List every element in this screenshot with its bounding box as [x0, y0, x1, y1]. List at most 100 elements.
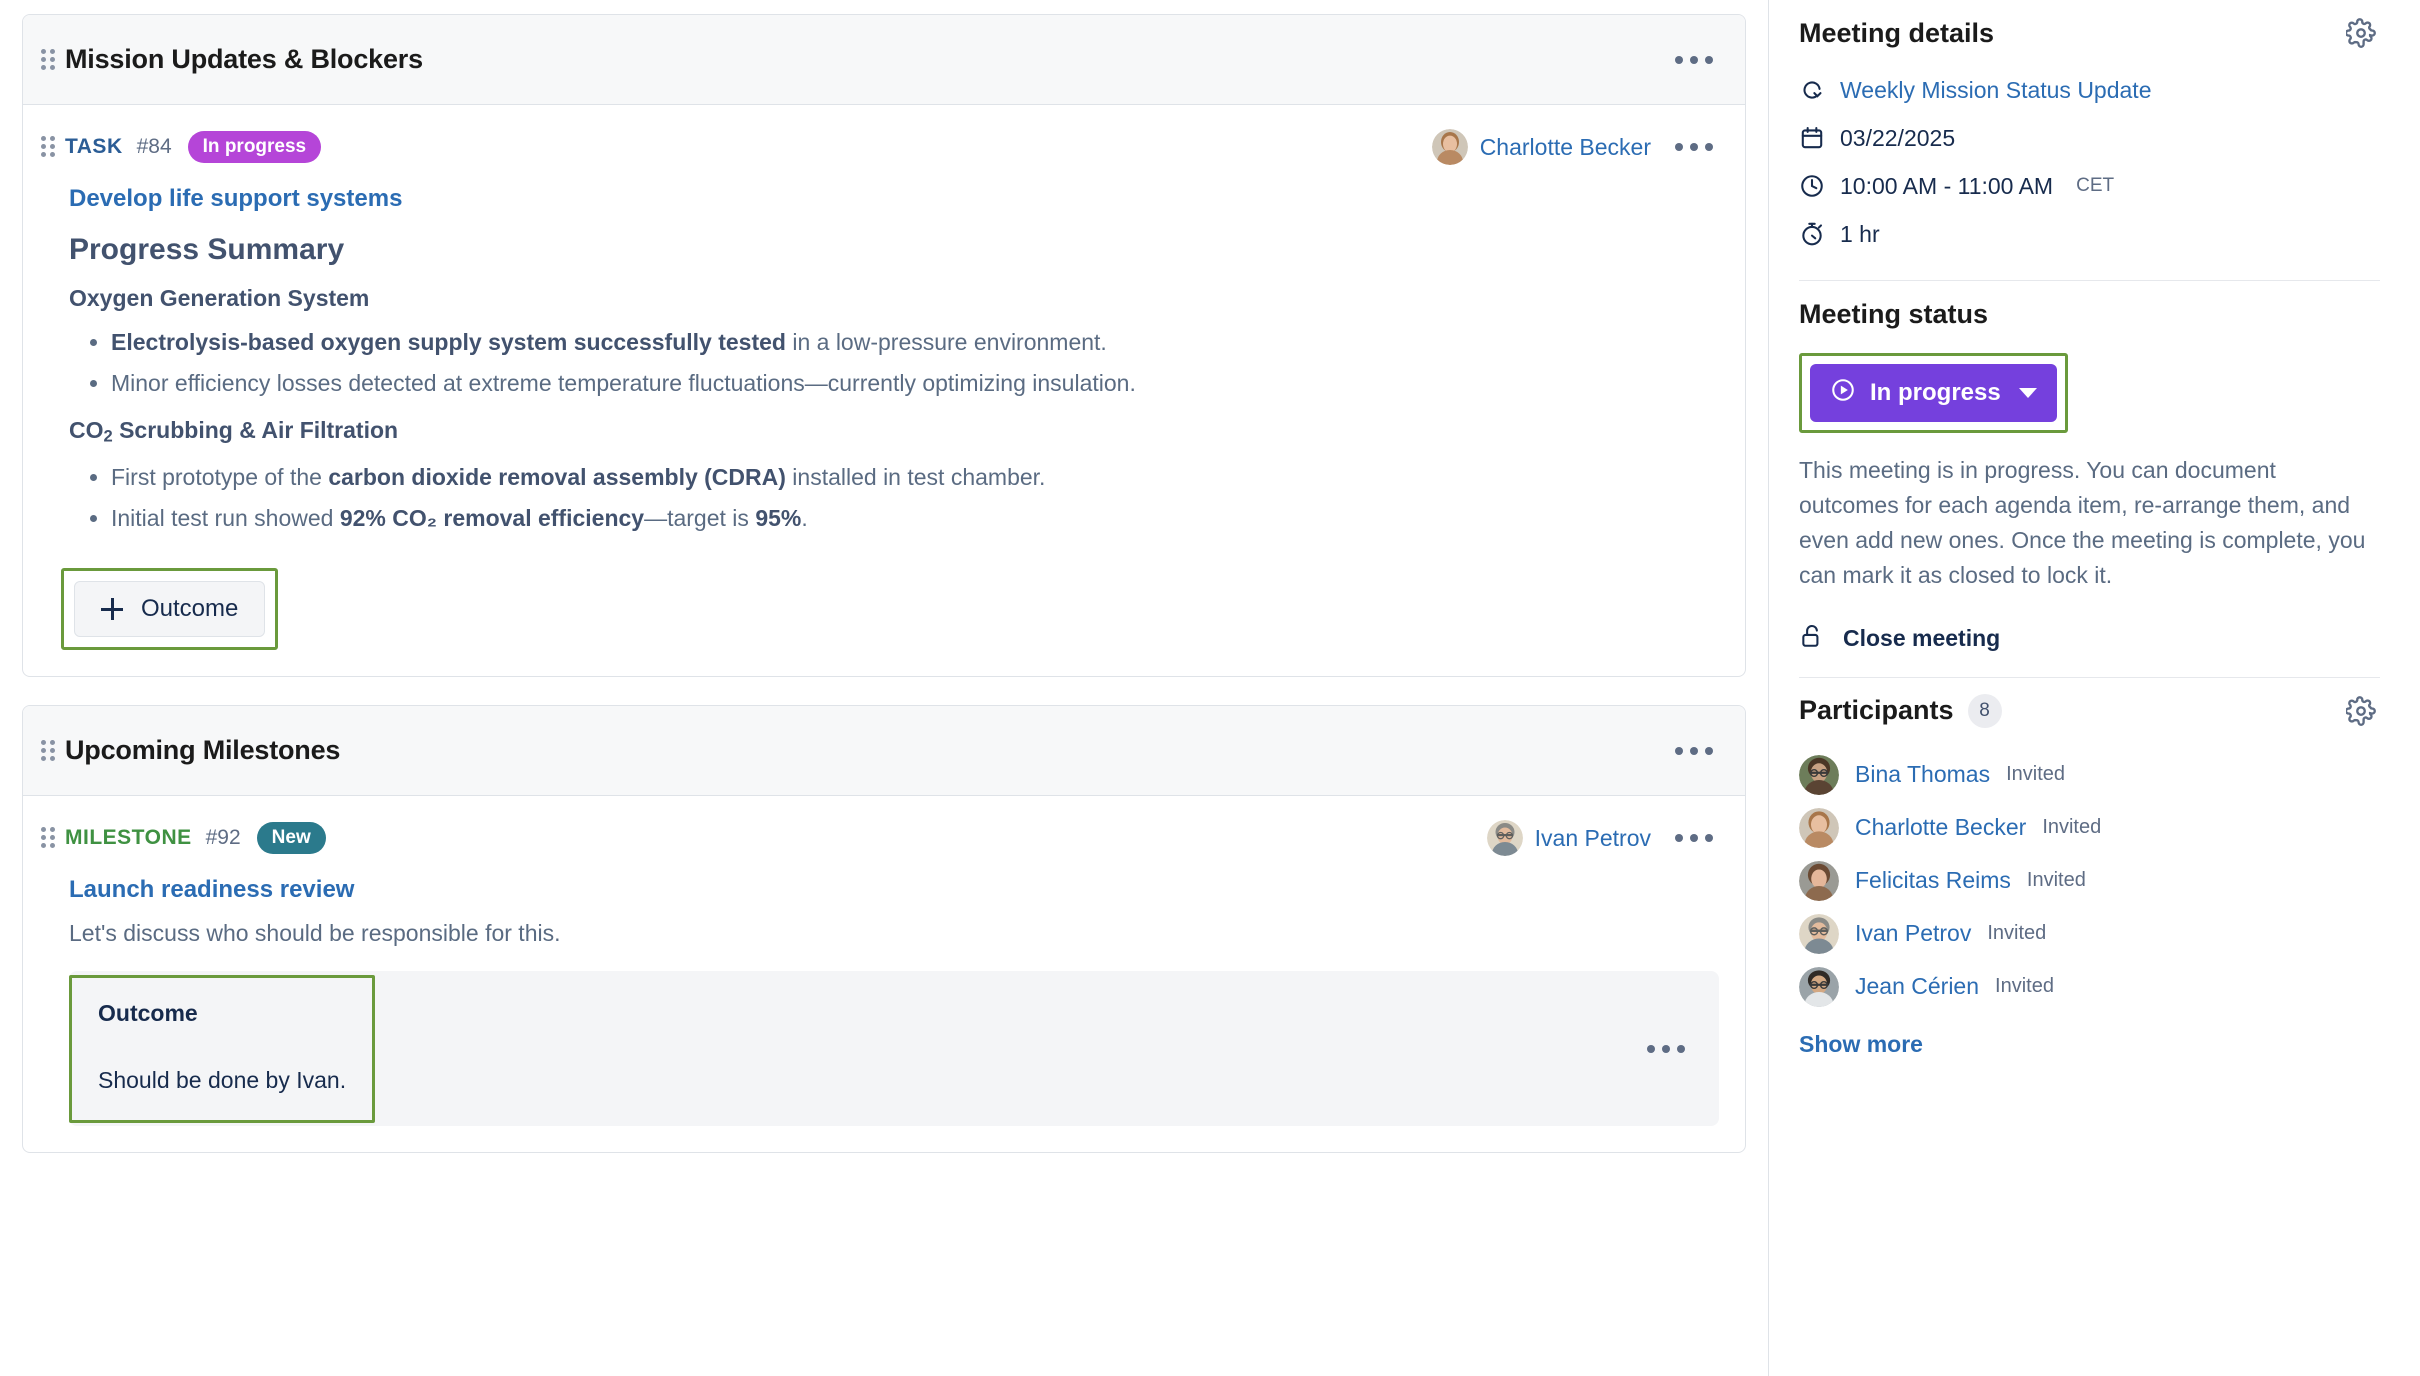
meeting-timezone: CET	[2076, 175, 2114, 197]
outcome-strip: Outcome Should be done by Ivan.	[69, 971, 1719, 1126]
drag-handle-icon[interactable]	[41, 49, 55, 71]
bullet-tail: .	[801, 505, 807, 531]
meeting-status-header: Meeting status	[1799, 281, 2380, 347]
outcome-more-menu-icon[interactable]	[1641, 1037, 1691, 1061]
assignee[interactable]: Charlotte Becker	[1432, 129, 1651, 165]
card-body: MILESTONE #92 New Ivan Petrov Launch rea	[23, 796, 1745, 1152]
clock-icon	[1799, 173, 1825, 199]
card-title: Upcoming Milestones	[65, 735, 1669, 766]
item-more-menu-icon[interactable]	[1669, 826, 1719, 850]
item-meta-row: TASK #84 In progress Charlotte Becker	[41, 127, 1719, 167]
bullet-bold-2: 95%	[755, 505, 801, 531]
participant-name: Jean Cérien	[1855, 973, 1979, 1000]
item-meta-right: Ivan Petrov	[1487, 820, 1719, 856]
meeting-status-description: This meeting is in progress. You can doc…	[1799, 453, 2380, 593]
item-more-menu-icon[interactable]	[1669, 135, 1719, 159]
drag-handle-icon[interactable]	[41, 136, 55, 158]
add-outcome-button[interactable]: Outcome	[74, 581, 265, 637]
meeting-series-link[interactable]: Weekly Mission Status Update	[1840, 77, 2152, 104]
bullet-list-1: Electrolysis-based oxygen supply system …	[111, 326, 1719, 399]
card-header: Upcoming Milestones	[23, 706, 1745, 796]
subheading-tail: Scrubbing & Air Filtration	[113, 417, 398, 443]
item-number: #92	[206, 826, 241, 850]
participants-section: Participants 8 Bina Thomas Invited Charl…	[1799, 678, 2380, 1058]
show-more-participants-link[interactable]: Show more	[1799, 1031, 1923, 1058]
list-item[interactable]: Jean Cérien Invited	[1799, 965, 2380, 1009]
avatar	[1432, 129, 1468, 165]
subheading-subscript: 2	[104, 427, 113, 446]
participant-name: Charlotte Becker	[1855, 814, 2026, 841]
meeting-time-row: 10:00 AM - 11:00 AM CET	[1799, 162, 2380, 210]
calendar-icon	[1799, 125, 1825, 151]
bullet-pre: First prototype of the	[111, 464, 328, 490]
item-title-link[interactable]: Launch readiness review	[69, 876, 1719, 904]
avatar	[1799, 967, 1839, 1007]
avatar	[1799, 861, 1839, 901]
bullet-rest: installed in test chamber.	[786, 464, 1046, 490]
assignee[interactable]: Ivan Petrov	[1487, 820, 1651, 856]
avatar	[1799, 755, 1839, 795]
bullet-list-2: First prototype of the carbon dioxide re…	[111, 461, 1719, 534]
status-badge[interactable]: New	[257, 822, 326, 854]
assignee-name: Ivan Petrov	[1535, 825, 1651, 852]
participants-header: Participants 8	[1799, 678, 2380, 744]
participants-count: 8	[1968, 694, 2002, 728]
meeting-status-section: Meeting status In progress This meeting …	[1799, 281, 2380, 678]
list-item[interactable]: Felicitas Reims Invited	[1799, 859, 2380, 903]
outcome-label: Outcome	[98, 1000, 346, 1027]
close-meeting-label: Close meeting	[1843, 625, 2000, 652]
list-item[interactable]: Bina Thomas Invited	[1799, 753, 2380, 797]
agenda-main-column: Mission Updates & Blockers TASK #84 In p…	[0, 0, 1768, 1376]
assignee-name: Charlotte Becker	[1480, 134, 1651, 161]
participant-name: Felicitas Reims	[1855, 867, 2011, 894]
bullet-rest: in a low-pressure environment.	[786, 329, 1107, 355]
meeting-sidebar: Meeting details Weekly Mission Status Up…	[1768, 0, 2420, 1376]
list-item: First prototype of the carbon dioxide re…	[111, 461, 1719, 494]
item-type-label: TASK	[65, 135, 123, 159]
item-meta-right: Charlotte Becker	[1432, 129, 1719, 165]
drag-handle-icon[interactable]	[41, 740, 55, 762]
drag-handle-icon[interactable]	[41, 827, 55, 849]
list-item[interactable]: Ivan Petrov Invited	[1799, 912, 2380, 956]
participant-status: Invited	[2027, 869, 2086, 892]
avatar	[1799, 808, 1839, 848]
item-title-link[interactable]: Develop life support systems	[69, 185, 1719, 213]
status-badge[interactable]: In progress	[188, 131, 321, 163]
gear-icon[interactable]	[2342, 692, 2380, 730]
plus-icon	[101, 598, 123, 620]
participant-status: Invited	[2042, 816, 2101, 839]
participants-title: Participants	[1799, 695, 1954, 726]
bullet-rest: —target is	[644, 505, 755, 531]
participant-status: Invited	[2006, 763, 2065, 786]
card-more-menu-icon[interactable]	[1669, 48, 1719, 72]
content-subheading-1: Oxygen Generation System	[69, 285, 1719, 312]
list-item: Minor efficiency losses detected at extr…	[111, 367, 1719, 400]
play-circle-icon	[1830, 377, 1856, 410]
card-more-menu-icon[interactable]	[1669, 739, 1719, 763]
meeting-status-title: Meeting status	[1799, 299, 1988, 330]
list-item: Initial test run showed 92% CO₂ removal …	[111, 502, 1719, 535]
chevron-down-icon	[2019, 388, 2037, 398]
bullet-bold: 92% CO₂ removal efficiency	[340, 505, 644, 531]
recurring-icon	[1799, 77, 1825, 103]
content-heading: Progress Summary	[69, 233, 1719, 267]
card-title: Mission Updates & Blockers	[65, 44, 1669, 75]
meeting-status-dropdown-button[interactable]: In progress	[1810, 364, 2057, 422]
close-meeting-button[interactable]: Close meeting	[1799, 623, 2380, 655]
participant-status: Invited	[1987, 922, 2046, 945]
bullet-pre: Initial test run showed	[111, 505, 340, 531]
gear-icon[interactable]	[2342, 14, 2380, 52]
meeting-date: 03/22/2025	[1840, 125, 1955, 152]
bullet-bold: Electrolysis-based oxygen supply system …	[111, 329, 786, 355]
meeting-series-row: Weekly Mission Status Update	[1799, 66, 2380, 114]
meeting-details-header: Meeting details	[1799, 0, 2380, 66]
list-item[interactable]: Charlotte Becker Invited	[1799, 806, 2380, 850]
list-item: Electrolysis-based oxygen supply system …	[111, 326, 1719, 359]
status-button-highlight: In progress	[1799, 353, 2068, 433]
meeting-status-label: In progress	[1870, 379, 2001, 407]
add-outcome-highlight: Outcome	[61, 568, 278, 650]
outcome-block-highlight[interactable]: Outcome Should be done by Ivan.	[69, 975, 375, 1123]
item-meta-row: MILESTONE #92 New Ivan Petrov	[41, 818, 1719, 858]
participant-name: Ivan Petrov	[1855, 920, 1971, 947]
participant-name: Bina Thomas	[1855, 761, 1990, 788]
